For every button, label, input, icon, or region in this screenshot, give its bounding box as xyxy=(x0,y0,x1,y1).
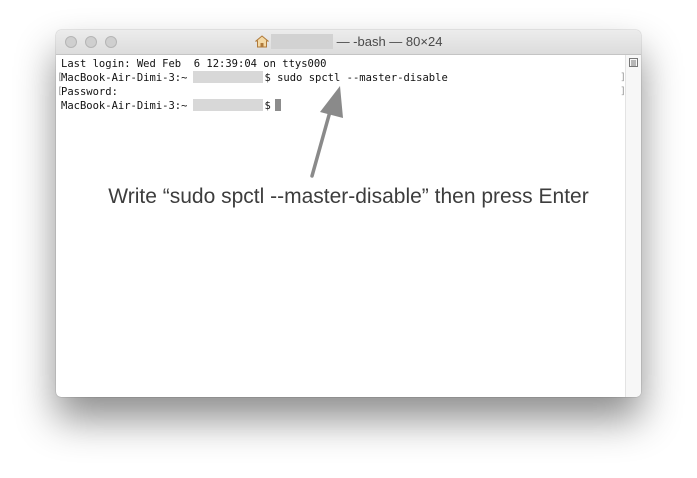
scrollbar[interactable] xyxy=(625,55,641,397)
prompt-host: MacBook-Air-Dimi-3:~ xyxy=(61,100,188,112)
terminal-window: — -bash — 80×24 Last login: Wed Feb 6 12… xyxy=(56,30,641,397)
redacted-username xyxy=(193,99,264,111)
home-icon xyxy=(254,35,269,48)
terminal-line: Password: xyxy=(61,85,118,99)
mark-bracket: [ xyxy=(57,72,64,83)
terminal-output[interactable]: Last login: Wed Feb 6 12:39:04 on ttys00… xyxy=(56,55,625,397)
instruction-caption: Write “sudo spctl --master-disable” then… xyxy=(108,185,589,208)
text-cursor xyxy=(274,99,281,111)
last-login-text: Last login: Wed Feb 6 12:39:04 on ttys00… xyxy=(61,58,327,70)
terminal-line: MacBook-Air-Dimi-3:~ $ sudo spctl --maste… xyxy=(61,71,448,85)
mark-bracket: ] xyxy=(620,86,627,97)
window-title: — -bash — 80×24 xyxy=(56,34,641,49)
prompt-symbol: $ xyxy=(264,100,271,112)
terminal-line: MacBook-Air-Dimi-3:~ $ xyxy=(61,99,281,113)
redacted-username xyxy=(270,34,333,49)
password-prompt: Password: xyxy=(61,86,118,98)
prompt-host: MacBook-Air-Dimi-3:~ xyxy=(61,72,188,84)
terminal-line: Last login: Wed Feb 6 12:39:04 on ttys00… xyxy=(61,57,327,71)
window-title-text: — -bash — 80×24 xyxy=(336,34,443,49)
title-bar[interactable]: — -bash — 80×24 xyxy=(56,30,641,55)
scroll-lines-icon[interactable] xyxy=(629,58,638,67)
mark-bracket: [ xyxy=(57,86,64,97)
redacted-username xyxy=(193,71,264,83)
command-text: $ sudo spctl --master-disable xyxy=(264,72,448,84)
mark-bracket: ] xyxy=(620,72,627,83)
